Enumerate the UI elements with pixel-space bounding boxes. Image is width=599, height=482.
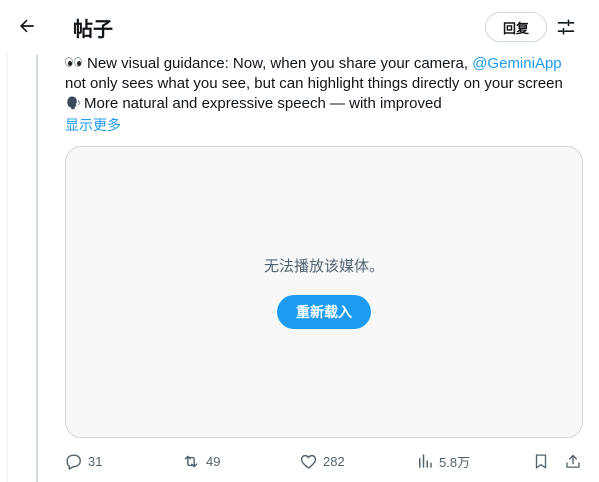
column-border	[7, 0, 8, 482]
reply-count: 31	[88, 453, 103, 469]
arrow-left-icon	[19, 19, 34, 33]
page-title: 帖子	[73, 17, 113, 41]
share-action[interactable]	[564, 450, 582, 472]
share-upload-icon	[566, 454, 580, 468]
post-line-3: More natural and expressive speech — wit…	[65, 94, 590, 114]
reload-button[interactable]: 重新载入	[277, 295, 371, 329]
like-count: 282	[323, 453, 345, 469]
media-error-message: 无法播放该媒体。	[263, 257, 384, 275]
like-action[interactable]: 282	[299, 450, 345, 472]
media-container: 无法播放该媒体。 重新载入	[65, 146, 583, 438]
view-count: 5.8万	[439, 454, 471, 470]
action-bar: 31 49 282 5.8万	[64, 450, 589, 472]
views-action[interactable]: 5.8万	[416, 450, 470, 472]
show-more-link[interactable]: 显示更多	[65, 115, 121, 135]
post-line-2: not only sees what you see, but can high…	[65, 75, 563, 92]
repost-arrows-icon	[184, 455, 198, 467]
post-line-1: New visual guidance: Now, when you share…	[65, 54, 590, 74]
bookmark-icon	[535, 453, 547, 469]
eyes-emoji-icon	[65, 55, 83, 69]
heart-icon	[300, 454, 317, 469]
thread-line	[36, 55, 38, 482]
reply-button[interactable]: 回复	[485, 12, 547, 42]
settings-button[interactable]	[552, 13, 580, 41]
page-header: 帖子 回复	[0, 0, 599, 52]
back-button[interactable]	[11, 10, 43, 42]
bar-chart-icon	[419, 454, 432, 468]
sliders-icon	[557, 19, 575, 35]
speaking-head-emoji-icon	[67, 96, 80, 110]
post-line-1-text: New visual guidance: Now, when you share…	[87, 55, 473, 72]
speech-bubble-icon	[66, 453, 81, 470]
reply-action[interactable]: 31	[64, 450, 102, 472]
repost-count: 49	[206, 453, 221, 469]
post-detail-page: 帖子 回复 New visual guidance: Now, when you…	[0, 0, 599, 482]
bookmark-action[interactable]	[532, 450, 550, 472]
post-line-3-text: More natural and expressive speech — wit…	[84, 95, 442, 112]
repost-action[interactable]: 49	[181, 450, 220, 472]
post-text: New visual guidance: Now, when you share…	[65, 54, 590, 114]
mention-link[interactable]: @GeminiApp	[472, 55, 561, 72]
